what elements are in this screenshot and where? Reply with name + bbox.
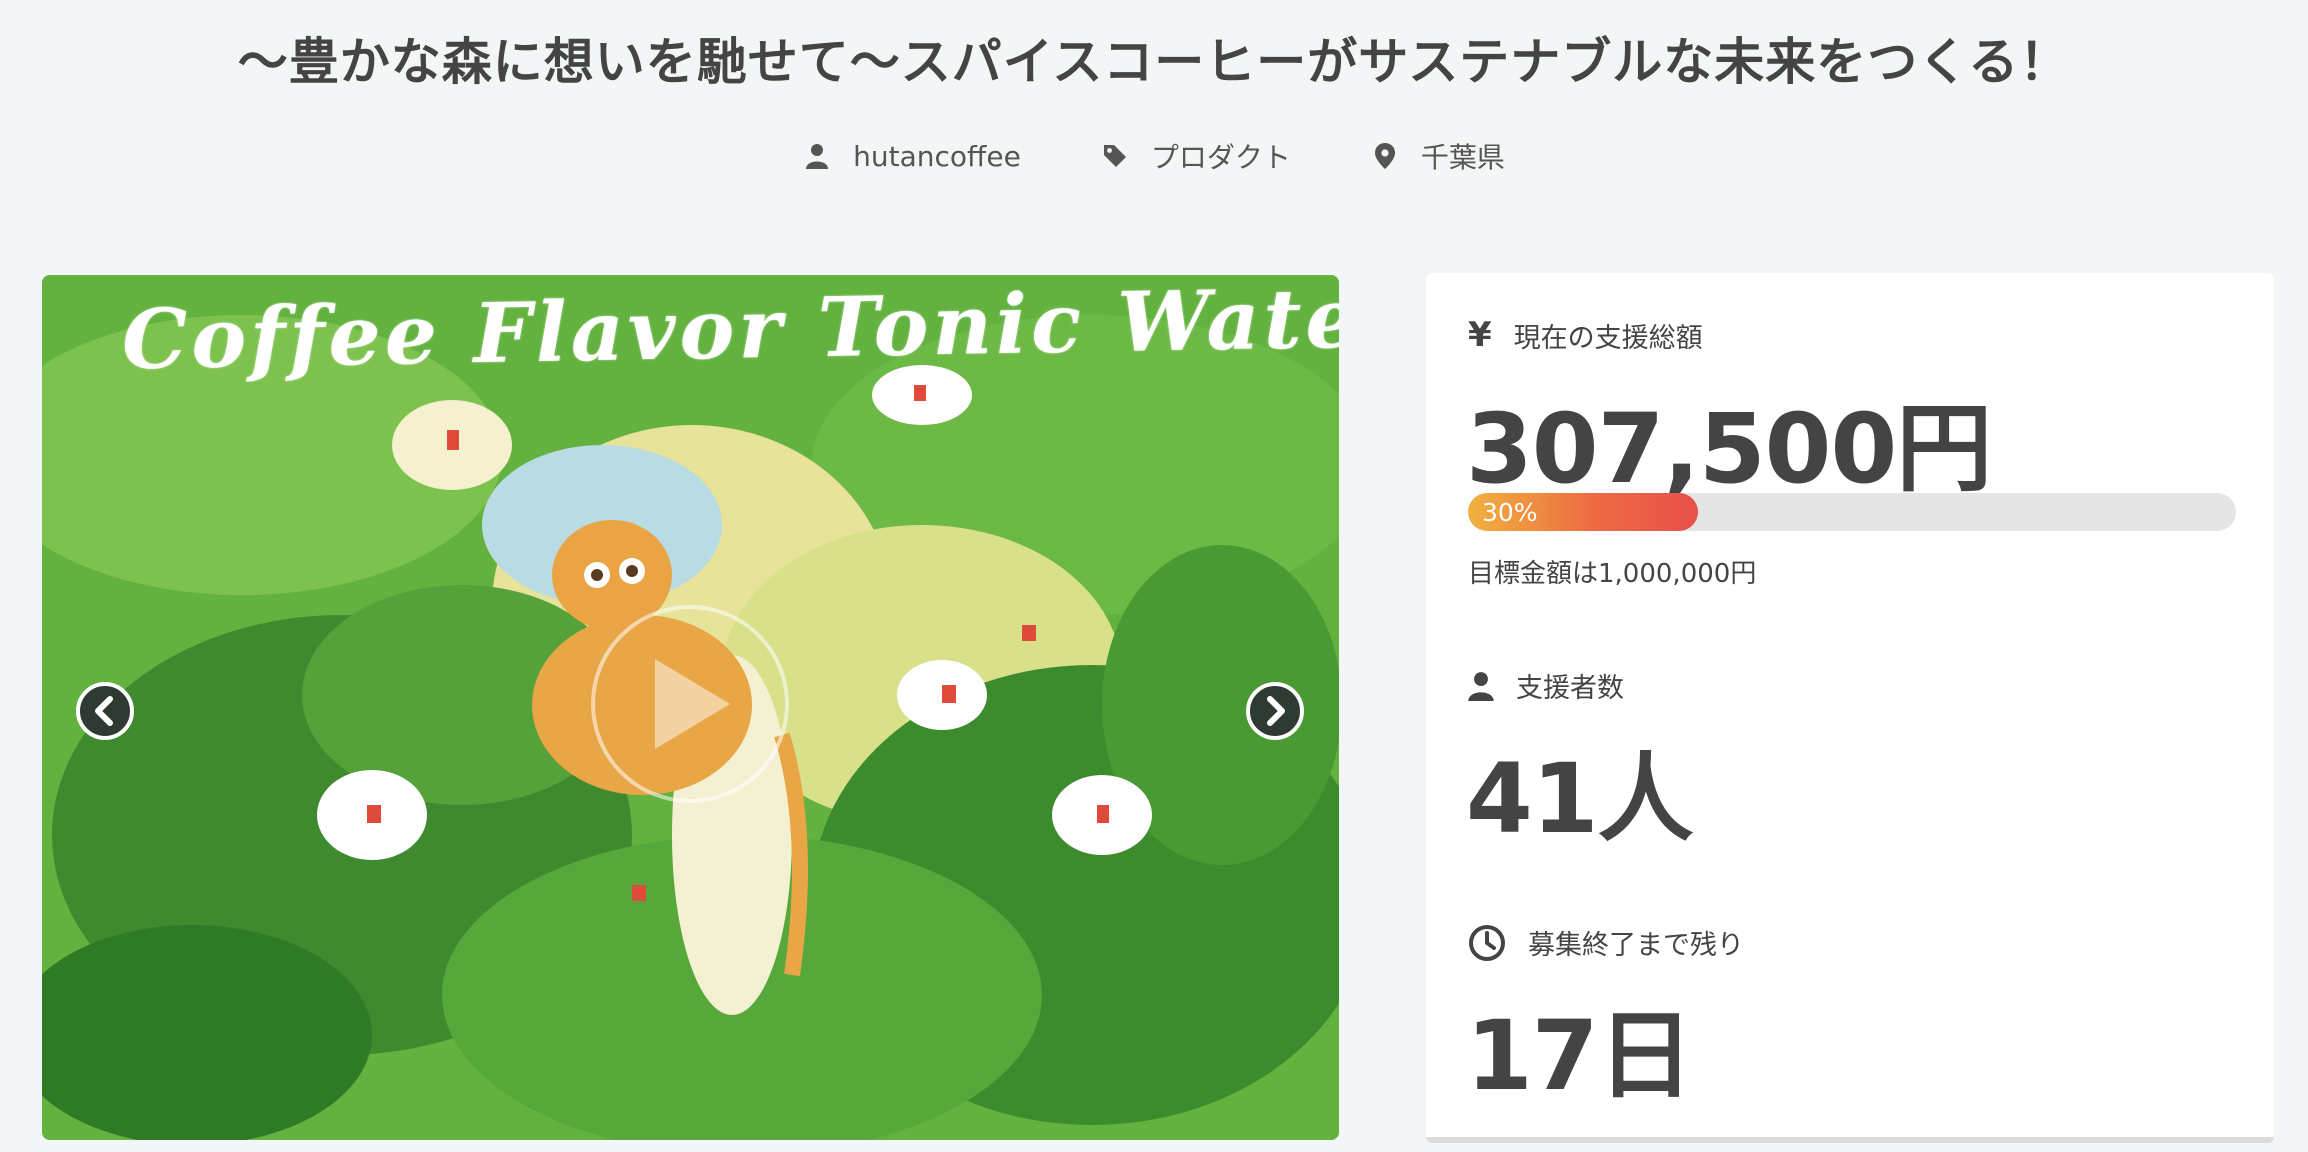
project-page: 〜豊かな森に想いを馳せて〜スパイスコーヒーがサステナブルな未来をつくる！ hut… <box>0 0 2308 1152</box>
yen-icon: ¥ <box>1468 315 1492 355</box>
funding-summary-card: ¥ 現在の支援総額 307,500円 30% 目標金額は1,000,000円 支… <box>1426 273 2274 1143</box>
project-title: 〜豊かな森に想いを馳せて〜スパイスコーヒーがサステナブルな未来をつくる！ <box>237 33 2071 91</box>
user-icon <box>1468 671 1494 701</box>
play-icon <box>655 659 730 749</box>
owner-link[interactable]: hutancoffee <box>803 136 1021 176</box>
funding-total-label-text: 現在の支援総額 <box>1513 322 1703 354</box>
carousel-next-button[interactable] <box>1246 682 1304 740</box>
funding-progress-fill: 30% <box>1468 493 1699 531</box>
project-media-carousel[interactable]: Coffee Flavor Tonic Water <box>42 275 1339 1140</box>
location-link[interactable]: 千葉県 <box>1371 136 1505 176</box>
remaining-label-text: 募集終了まで残り <box>1528 930 1744 961</box>
funding-total-label: ¥ 現在の支援総額 <box>1468 315 1703 355</box>
play-video-button[interactable] <box>591 605 789 803</box>
funding-total-amount: 307,500円 <box>1466 393 1992 505</box>
supporters-label-text: 支援者数 <box>1516 673 1624 704</box>
remaining-days: 17日 <box>1466 1000 1694 1112</box>
map-pin-icon <box>1371 142 1399 170</box>
location-name: 千葉県 <box>1420 141 1505 174</box>
owner-name: hutancoffee <box>853 139 1021 173</box>
supporters-count: 41人 <box>1466 743 1694 855</box>
funding-progress-percent: 30% <box>1482 497 1538 527</box>
chevron-right-icon <box>1267 696 1285 726</box>
funding-goal-text: 目標金額は1,000,000円 <box>1468 559 1757 589</box>
supporters-label: 支援者数 <box>1468 666 1624 705</box>
tag-icon <box>1101 142 1129 170</box>
carousel-prev-button[interactable] <box>76 682 134 740</box>
funding-progress-bar: 30% <box>1468 493 2236 531</box>
chevron-left-icon <box>95 696 113 726</box>
clock-icon <box>1469 924 1505 961</box>
user-icon <box>803 142 831 170</box>
remaining-label: 募集終了まで残り <box>1468 923 1744 962</box>
project-meta: hutancoffee プロダクト 千葉県 <box>0 136 2308 176</box>
category-link[interactable]: プロダクト <box>1101 136 1291 176</box>
category-name: プロダクト <box>1150 141 1291 174</box>
